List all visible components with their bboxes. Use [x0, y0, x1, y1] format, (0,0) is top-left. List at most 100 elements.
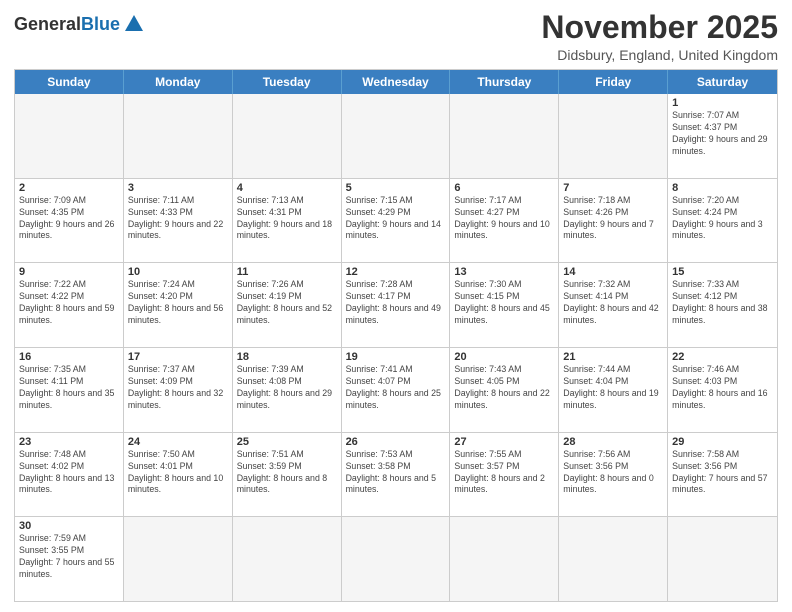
calendar-cell-2-4: 13Sunrise: 7:30 AMSunset: 4:15 PMDayligh… [450, 263, 559, 347]
day-info: Sunrise: 7:26 AMSunset: 4:19 PMDaylight:… [237, 279, 337, 327]
calendar-cell-0-0 [15, 94, 124, 178]
calendar-cell-5-1 [124, 517, 233, 601]
weekday-header-friday: Friday [559, 70, 668, 94]
calendar-cell-3-4: 20Sunrise: 7:43 AMSunset: 4:05 PMDayligh… [450, 348, 559, 432]
day-info: Sunrise: 7:55 AMSunset: 3:57 PMDaylight:… [454, 449, 554, 497]
calendar-cell-0-1 [124, 94, 233, 178]
calendar-cell-3-6: 22Sunrise: 7:46 AMSunset: 4:03 PMDayligh… [668, 348, 777, 432]
day-number: 11 [237, 266, 337, 278]
day-info: Sunrise: 7:22 AMSunset: 4:22 PMDaylight:… [19, 279, 119, 327]
day-number: 8 [672, 182, 773, 194]
day-info: Sunrise: 7:18 AMSunset: 4:26 PMDaylight:… [563, 195, 663, 243]
day-number: 30 [19, 520, 119, 532]
calendar-cell-1-1: 3Sunrise: 7:11 AMSunset: 4:33 PMDaylight… [124, 179, 233, 263]
calendar-cell-2-0: 9Sunrise: 7:22 AMSunset: 4:22 PMDaylight… [15, 263, 124, 347]
day-number: 28 [563, 436, 663, 448]
day-number: 2 [19, 182, 119, 194]
calendar-cell-0-4 [450, 94, 559, 178]
day-info: Sunrise: 7:20 AMSunset: 4:24 PMDaylight:… [672, 195, 773, 243]
calendar-cell-0-3 [342, 94, 451, 178]
day-number: 26 [346, 436, 446, 448]
day-info: Sunrise: 7:50 AMSunset: 4:01 PMDaylight:… [128, 449, 228, 497]
weekday-header-sunday: Sunday [15, 70, 124, 94]
day-info: Sunrise: 7:30 AMSunset: 4:15 PMDaylight:… [454, 279, 554, 327]
day-number: 22 [672, 351, 773, 363]
calendar-cell-1-5: 7Sunrise: 7:18 AMSunset: 4:26 PMDaylight… [559, 179, 668, 263]
day-number: 17 [128, 351, 228, 363]
calendar-cell-4-5: 28Sunrise: 7:56 AMSunset: 3:56 PMDayligh… [559, 433, 668, 517]
day-info: Sunrise: 7:28 AMSunset: 4:17 PMDaylight:… [346, 279, 446, 327]
calendar-cell-4-2: 25Sunrise: 7:51 AMSunset: 3:59 PMDayligh… [233, 433, 342, 517]
day-number: 3 [128, 182, 228, 194]
calendar-cell-2-6: 15Sunrise: 7:33 AMSunset: 4:12 PMDayligh… [668, 263, 777, 347]
day-number: 14 [563, 266, 663, 278]
day-info: Sunrise: 7:17 AMSunset: 4:27 PMDaylight:… [454, 195, 554, 243]
calendar-cell-2-2: 11Sunrise: 7:26 AMSunset: 4:19 PMDayligh… [233, 263, 342, 347]
day-number: 24 [128, 436, 228, 448]
logo: General Blue [14, 14, 145, 35]
calendar-cell-4-6: 29Sunrise: 7:58 AMSunset: 3:56 PMDayligh… [668, 433, 777, 517]
logo-icon [123, 13, 145, 35]
day-number: 19 [346, 351, 446, 363]
main-title: November 2025 [541, 10, 778, 45]
calendar-cell-0-2 [233, 94, 342, 178]
calendar-cell-3-1: 17Sunrise: 7:37 AMSunset: 4:09 PMDayligh… [124, 348, 233, 432]
calendar-cell-3-3: 19Sunrise: 7:41 AMSunset: 4:07 PMDayligh… [342, 348, 451, 432]
calendar-row-1: 2Sunrise: 7:09 AMSunset: 4:35 PMDaylight… [15, 178, 777, 263]
day-info: Sunrise: 7:37 AMSunset: 4:09 PMDaylight:… [128, 364, 228, 412]
weekday-header-monday: Monday [124, 70, 233, 94]
calendar-cell-4-1: 24Sunrise: 7:50 AMSunset: 4:01 PMDayligh… [124, 433, 233, 517]
weekday-header-wednesday: Wednesday [342, 70, 451, 94]
weekday-header-tuesday: Tuesday [233, 70, 342, 94]
calendar-cell-1-0: 2Sunrise: 7:09 AMSunset: 4:35 PMDaylight… [15, 179, 124, 263]
calendar-cell-2-5: 14Sunrise: 7:32 AMSunset: 4:14 PMDayligh… [559, 263, 668, 347]
logo-blue-text: Blue [81, 14, 120, 35]
calendar-cell-3-0: 16Sunrise: 7:35 AMSunset: 4:11 PMDayligh… [15, 348, 124, 432]
day-info: Sunrise: 7:44 AMSunset: 4:04 PMDaylight:… [563, 364, 663, 412]
day-info: Sunrise: 7:41 AMSunset: 4:07 PMDaylight:… [346, 364, 446, 412]
calendar-cell-5-4 [450, 517, 559, 601]
day-info: Sunrise: 7:48 AMSunset: 4:02 PMDaylight:… [19, 449, 119, 497]
day-number: 7 [563, 182, 663, 194]
day-info: Sunrise: 7:32 AMSunset: 4:14 PMDaylight:… [563, 279, 663, 327]
day-info: Sunrise: 7:24 AMSunset: 4:20 PMDaylight:… [128, 279, 228, 327]
calendar-cell-0-5 [559, 94, 668, 178]
calendar-row-4: 23Sunrise: 7:48 AMSunset: 4:02 PMDayligh… [15, 432, 777, 517]
day-number: 1 [672, 97, 773, 109]
calendar-cell-5-2 [233, 517, 342, 601]
weekday-header-thursday: Thursday [450, 70, 559, 94]
calendar-cell-4-0: 23Sunrise: 7:48 AMSunset: 4:02 PMDayligh… [15, 433, 124, 517]
day-info: Sunrise: 7:59 AMSunset: 3:55 PMDaylight:… [19, 533, 119, 581]
calendar-row-2: 9Sunrise: 7:22 AMSunset: 4:22 PMDaylight… [15, 262, 777, 347]
calendar-cell-5-3 [342, 517, 451, 601]
calendar: SundayMondayTuesdayWednesdayThursdayFrid… [14, 69, 778, 602]
calendar-cell-5-0: 30Sunrise: 7:59 AMSunset: 3:55 PMDayligh… [15, 517, 124, 601]
subtitle: Didsbury, England, United Kingdom [541, 47, 778, 63]
day-info: Sunrise: 7:53 AMSunset: 3:58 PMDaylight:… [346, 449, 446, 497]
logo-general-text: General [14, 14, 81, 35]
day-info: Sunrise: 7:33 AMSunset: 4:12 PMDaylight:… [672, 279, 773, 327]
day-number: 18 [237, 351, 337, 363]
calendar-body: 1Sunrise: 7:07 AMSunset: 4:37 PMDaylight… [15, 94, 777, 601]
day-info: Sunrise: 7:43 AMSunset: 4:05 PMDaylight:… [454, 364, 554, 412]
day-number: 9 [19, 266, 119, 278]
calendar-cell-5-5 [559, 517, 668, 601]
day-number: 23 [19, 436, 119, 448]
calendar-row-3: 16Sunrise: 7:35 AMSunset: 4:11 PMDayligh… [15, 347, 777, 432]
calendar-cell-3-2: 18Sunrise: 7:39 AMSunset: 4:08 PMDayligh… [233, 348, 342, 432]
calendar-cell-1-3: 5Sunrise: 7:15 AMSunset: 4:29 PMDaylight… [342, 179, 451, 263]
day-number: 13 [454, 266, 554, 278]
day-info: Sunrise: 7:11 AMSunset: 4:33 PMDaylight:… [128, 195, 228, 243]
calendar-cell-4-4: 27Sunrise: 7:55 AMSunset: 3:57 PMDayligh… [450, 433, 559, 517]
day-number: 25 [237, 436, 337, 448]
day-number: 5 [346, 182, 446, 194]
calendar-header: SundayMondayTuesdayWednesdayThursdayFrid… [15, 70, 777, 94]
day-info: Sunrise: 7:56 AMSunset: 3:56 PMDaylight:… [563, 449, 663, 497]
day-number: 20 [454, 351, 554, 363]
calendar-cell-5-6 [668, 517, 777, 601]
day-info: Sunrise: 7:51 AMSunset: 3:59 PMDaylight:… [237, 449, 337, 497]
title-block: November 2025 Didsbury, England, United … [541, 10, 778, 63]
calendar-cell-2-3: 12Sunrise: 7:28 AMSunset: 4:17 PMDayligh… [342, 263, 451, 347]
calendar-cell-2-1: 10Sunrise: 7:24 AMSunset: 4:20 PMDayligh… [124, 263, 233, 347]
logo-text: General Blue [14, 14, 145, 35]
